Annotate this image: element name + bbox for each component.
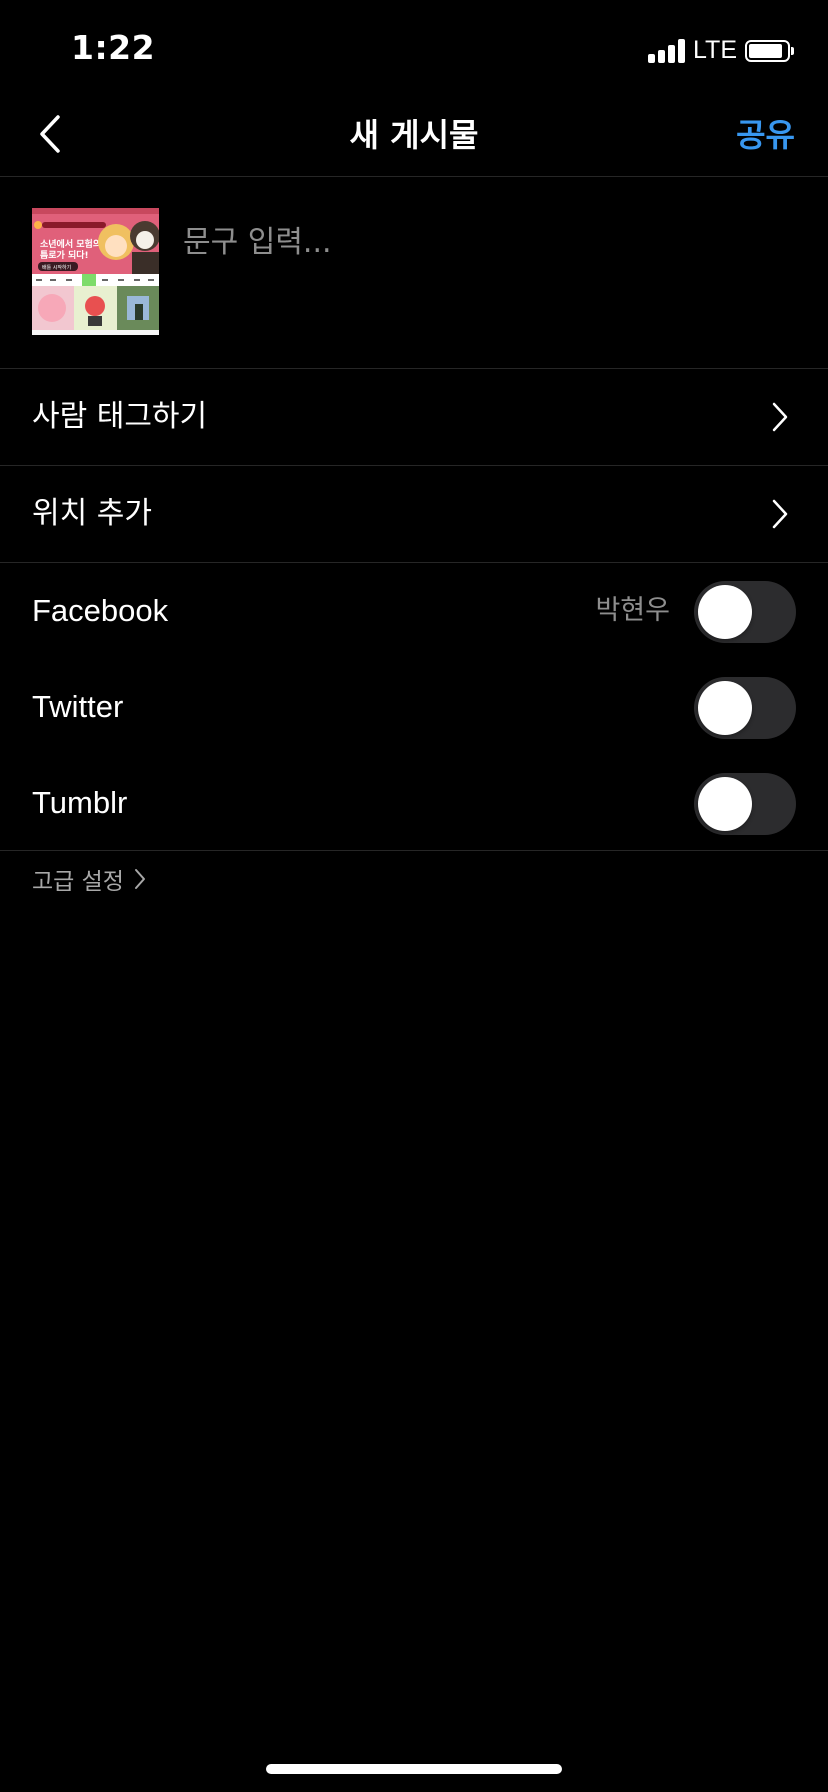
thumbnail-button-text: 배틀 시작하기 — [42, 264, 71, 271]
share-tumblr-row: Tumblr — [0, 755, 828, 851]
thumbnail-image: 소년에서 모험의 틈로가 되다! 배틀 시작하기 — [32, 208, 159, 335]
tumblr-label: Tumblr — [32, 785, 128, 820]
toggle-knob — [698, 585, 752, 639]
facebook-label: Facebook — [32, 593, 169, 628]
divider — [0, 850, 828, 851]
add-location-row[interactable]: 위치 추가 — [0, 466, 828, 563]
status-bar: 1:22 LTE — [0, 0, 828, 100]
network-type: LTE — [693, 36, 737, 64]
status-time: 1:22 — [71, 28, 156, 67]
tag-people-label: 사람 태그하기 — [32, 399, 208, 434]
chevron-right-icon — [134, 869, 145, 889]
caption-section: 소년에서 모험의 틈로가 되다! 배틀 시작하기 — [0, 177, 828, 369]
share-facebook-row: Facebook 박현우 — [0, 563, 828, 659]
post-thumbnail[interactable]: 소년에서 모험의 틈로가 되다! 배틀 시작하기 — [32, 208, 159, 335]
advanced-settings-label: 고급 설정 — [32, 869, 124, 895]
battery-icon — [745, 39, 794, 62]
twitter-toggle[interactable] — [694, 677, 796, 739]
thumbnail-text-2: 틈로가 되다! — [40, 249, 89, 261]
nav-bar: 새 게시물 공유 — [0, 100, 828, 177]
toggle-knob — [698, 681, 752, 735]
signal-icon — [648, 38, 685, 63]
advanced-settings-link[interactable]: 고급 설정 — [32, 862, 146, 896]
page-title: 새 게시물 — [349, 116, 479, 154]
twitter-label: Twitter — [32, 689, 124, 724]
share-twitter-row: Twitter — [0, 659, 828, 755]
status-indicators: LTE — [648, 36, 794, 65]
chevron-right-icon — [772, 499, 788, 529]
tag-people-row[interactable]: 사람 태그하기 — [0, 369, 828, 466]
thumbnail-text-1: 소년에서 모험의 — [40, 238, 101, 250]
facebook-toggle[interactable] — [694, 581, 796, 643]
home-indicator[interactable] — [266, 1764, 562, 1774]
toggle-knob — [698, 777, 752, 831]
facebook-account-name: 박현우 — [595, 595, 670, 626]
add-location-label: 위치 추가 — [32, 496, 152, 531]
tumblr-toggle[interactable] — [694, 773, 796, 835]
share-button[interactable]: 공유 — [736, 110, 795, 156]
caption-input[interactable] — [183, 217, 783, 267]
chevron-right-icon — [772, 402, 788, 432]
